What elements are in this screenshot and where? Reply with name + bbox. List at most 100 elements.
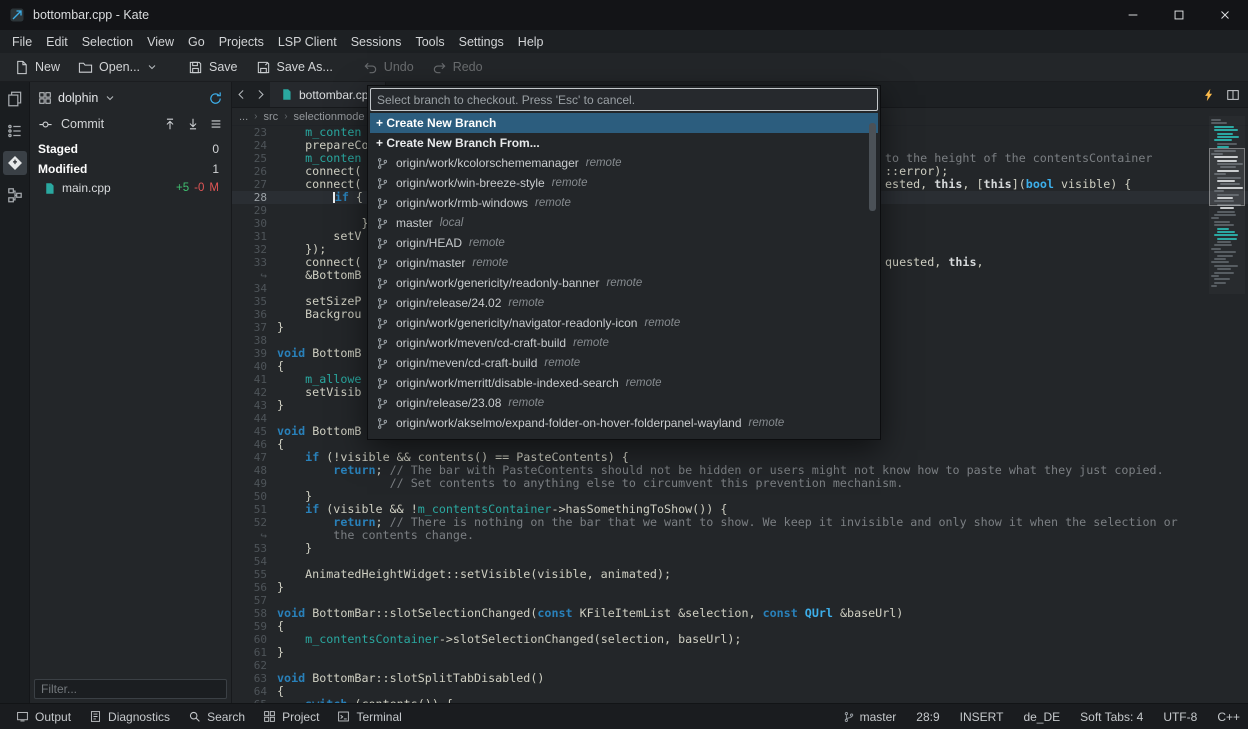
minimap-scrollbar[interactable]	[1209, 116, 1245, 294]
encoding[interactable]: UTF-8	[1163, 710, 1197, 724]
project-selector[interactable]: dolphin	[30, 85, 231, 111]
menu-tools[interactable]: Tools	[408, 30, 451, 53]
minimap-line	[1217, 241, 1231, 243]
minimap-line	[1214, 221, 1230, 223]
chevron-down-icon	[146, 61, 158, 73]
statusbar-panel-output[interactable]: Output	[8, 706, 79, 728]
statusbar-panel-terminal[interactable]: Terminal	[329, 706, 409, 728]
refresh-icon[interactable]	[208, 91, 223, 106]
code-line-60[interactable]: 60 m_contentsContainer->slotSelectionCha…	[232, 633, 1248, 646]
staged-section-row[interactable]: Staged 0	[30, 140, 231, 157]
save-as-button[interactable]: Save As...	[248, 55, 341, 79]
diagnostics-icon	[89, 710, 102, 723]
branch-item-origin-work-genericity-readonly-banner[interactable]: origin/work/genericity/readonly-bannerre…	[370, 273, 878, 293]
tool-git[interactable]	[3, 151, 27, 175]
branch-item-origin-head[interactable]: origin/HEADremote	[370, 233, 878, 253]
git-branch-icon	[843, 711, 855, 723]
git-branch-icon	[376, 217, 389, 230]
changed-file-row[interactable]: main.cpp +5 -0 M	[30, 179, 231, 197]
code-line-63[interactable]: 63void BottomBar::slotSplitTabDisabled()	[232, 672, 1248, 685]
code-line-49[interactable]: 49 // Set contents to anything else to c…	[232, 477, 1248, 490]
minimap-viewport[interactable]	[1209, 148, 1245, 206]
line-number: ↪	[232, 269, 277, 282]
save-button[interactable]: Save	[180, 55, 246, 79]
new-label: New	[35, 60, 60, 74]
breadcrumb-item[interactable]: ...	[239, 111, 248, 123]
menu-settings[interactable]: Settings	[452, 30, 511, 53]
menu-file[interactable]: File	[5, 30, 39, 53]
code-line-58[interactable]: 58void BottomBar::slotSelectionChanged(c…	[232, 607, 1248, 620]
code-line-55[interactable]: 55 AnimatedHeightWidget::setVisible(visi…	[232, 568, 1248, 581]
menu-lsp-client[interactable]: LSP Client	[271, 30, 344, 53]
commit-button[interactable]: Commit	[38, 117, 104, 132]
branch-item-origin-work-win-breeze-style[interactable]: origin/work/win-breeze-styleremote	[370, 173, 878, 193]
line-number: 26	[232, 165, 277, 178]
branch-item-origin-release-24-02[interactable]: origin/release/24.02remote	[370, 293, 878, 313]
code-line-56[interactable]: 56}	[232, 581, 1248, 594]
branch-item-origin-work-rmb-windows[interactable]: origin/work/rmb-windowsremote	[370, 193, 878, 213]
dictionary[interactable]: de_DE	[1023, 710, 1060, 724]
syntax-mode[interactable]: C++	[1217, 710, 1240, 724]
filter-input[interactable]	[34, 679, 227, 699]
branch-item-origin-meven-cd-craft-build[interactable]: origin/meven/cd-craft-buildremote	[370, 353, 878, 373]
branch-item-origin-work-kcolorschememanager[interactable]: origin/work/kcolorschememanagerremote	[370, 153, 878, 173]
popup-scrollbar-thumb[interactable]	[869, 123, 876, 211]
branch-item-origin-work-genericity-navigator-readonly-icon[interactable]: origin/work/genericity/navigator-readonl…	[370, 313, 878, 333]
breadcrumb-item[interactable]: src	[264, 111, 279, 123]
branch-item-create-new-branch[interactable]: + Create New Branch	[370, 113, 878, 133]
minimap-line	[1217, 228, 1229, 230]
branch-name: master	[860, 710, 897, 724]
maximize-button[interactable]	[1156, 0, 1202, 30]
git-branch-status[interactable]: master	[843, 710, 897, 724]
lightning-icon[interactable]	[1202, 88, 1216, 102]
minimize-button[interactable]	[1110, 0, 1156, 30]
minimap-line	[1217, 268, 1231, 270]
branch-search-input[interactable]	[370, 88, 878, 111]
menu-edit[interactable]: Edit	[39, 30, 75, 53]
cursor-position[interactable]: 28:9	[916, 710, 939, 724]
code-line-53[interactable]: 53 }	[232, 542, 1248, 555]
branch-item-create-new-branch-from[interactable]: + Create New Branch From...	[370, 133, 878, 153]
branch-item-origin-work-meven-cd-craft-build[interactable]: origin/work/meven/cd-craft-buildremote	[370, 333, 878, 353]
breadcrumb-item[interactable]: selectionmode	[294, 111, 365, 123]
tab-width-setting[interactable]: Soft Tabs: 4	[1080, 710, 1143, 724]
tab-forward-icon[interactable]	[251, 82, 270, 107]
statusbar-panel-project[interactable]: Project	[255, 706, 327, 728]
git-push-icon[interactable]	[163, 117, 177, 131]
menu-projects[interactable]: Projects	[212, 30, 271, 53]
branch-item-origin-master[interactable]: origin/masterremote	[370, 253, 878, 273]
close-button[interactable]	[1202, 0, 1248, 30]
menu-help[interactable]: Help	[511, 30, 551, 53]
branch-item-origin-work-merritt-disable-indexed-search[interactable]: origin/work/merritt/disable-indexed-sear…	[370, 373, 878, 393]
statusbar-panel-search[interactable]: Search	[180, 706, 253, 728]
line-number: 32	[232, 243, 277, 256]
code-line-61[interactable]: 61}	[232, 646, 1248, 659]
modified-section-row[interactable]: Modified 1	[30, 160, 231, 177]
titlebar: bottombar.cpp - Kate	[0, 0, 1248, 30]
git-pull-icon[interactable]	[186, 117, 200, 131]
minimap-line	[1214, 258, 1226, 260]
popup-scrollbar[interactable]	[868, 115, 877, 434]
menu-sessions[interactable]: Sessions	[344, 30, 409, 53]
branch-item-origin-release-23-08[interactable]: origin/release/23.08remote	[370, 393, 878, 413]
menu-selection[interactable]: Selection	[75, 30, 140, 53]
overflow-menu-icon[interactable]	[209, 117, 223, 131]
split-view-icon[interactable]	[1226, 88, 1240, 102]
tab-back-icon[interactable]	[232, 82, 251, 107]
line-number: ↪	[232, 529, 277, 542]
statusbar-panel-diagnostics[interactable]: Diagnostics	[81, 706, 178, 728]
undo-button[interactable]: Undo	[355, 55, 422, 79]
redo-button[interactable]: Redo	[424, 55, 491, 79]
menu-view[interactable]: View	[140, 30, 181, 53]
tool-symbols[interactable]	[3, 119, 27, 143]
tool-project[interactable]	[3, 183, 27, 207]
tool-documents[interactable]	[3, 87, 27, 111]
code-line-wrap[interactable]: ↪ the contents change.	[232, 529, 1248, 542]
menu-go[interactable]: Go	[181, 30, 212, 53]
branch-item-origin-work-akselmo-expand-folder-on-hover-folderpanel-wayland[interactable]: origin/work/akselmo/expand-folder-on-hov…	[370, 413, 878, 433]
breadcrumb-separator-icon: ›	[284, 111, 287, 122]
new-button[interactable]: New	[6, 55, 68, 79]
branch-item-master[interactable]: masterlocal	[370, 213, 878, 233]
input-mode[interactable]: INSERT	[960, 710, 1004, 724]
open-button[interactable]: Open...	[70, 55, 166, 79]
